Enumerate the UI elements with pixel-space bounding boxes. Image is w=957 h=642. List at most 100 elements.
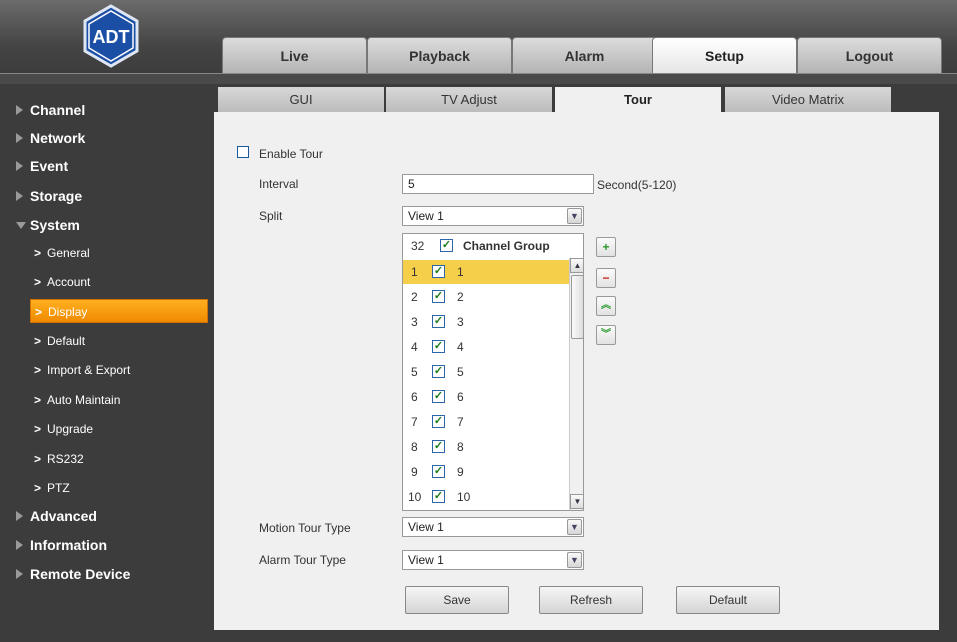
split-select[interactable]: View 1 ▼ <box>402 206 584 226</box>
channel-row[interactable]: 2 ✓ 2 <box>403 285 569 309</box>
channel-row[interactable]: 7 ✓ 7 <box>403 410 569 434</box>
arrow-right-icon <box>16 511 23 521</box>
sidebar-item-label: Channel <box>30 102 86 118</box>
scroll-thumb[interactable] <box>571 275 583 339</box>
header-divider <box>0 73 957 84</box>
sidebar-item-advanced[interactable]: Advanced <box>16 508 97 524</box>
channel-checkbox[interactable]: ✓ <box>432 490 445 503</box>
channel-group-list[interactable]: 32 ✓ Channel Group 1 ✓ 1 2 ✓ 2 3 ✓ 3 4 ✓ 4 5 ✓ 5 6… <box>402 233 584 511</box>
sidebar-item-remote-device[interactable]: Remote Device <box>16 566 131 582</box>
refresh-button[interactable]: Refresh <box>539 586 643 614</box>
channel-row[interactable]: 4 ✓ 4 <box>403 335 569 359</box>
channel-checkbox[interactable]: ✓ <box>432 390 445 403</box>
sidebar-subitem-account[interactable]: > Account <box>30 270 208 294</box>
sidebar-subitem-display[interactable]: > Display <box>30 299 208 323</box>
sidebar-item-label: Remote Device <box>30 566 131 582</box>
sidebar-item-event[interactable]: Event <box>16 158 68 174</box>
sidebar-subitem-rs232[interactable]: > RS232 <box>30 447 208 471</box>
channel-name: 6 <box>457 390 464 404</box>
sidebar-subitem-label: General <box>47 246 90 260</box>
tab-setup[interactable]: Setup <box>652 37 797 73</box>
logo-text: ADT <box>93 27 130 47</box>
sidebar-item-label: Network <box>30 130 86 146</box>
tab-live[interactable]: Live <box>222 37 367 73</box>
sidebar-subitem-default[interactable]: > Default <box>30 329 208 353</box>
channel-checkbox[interactable]: ✓ <box>432 340 445 353</box>
channel-checkbox[interactable]: ✓ <box>432 315 445 328</box>
channel-checkbox[interactable]: ✓ <box>432 265 445 278</box>
save-button[interactable]: Save <box>405 586 509 614</box>
sidebar-item-system[interactable]: System <box>16 217 80 233</box>
split-value: View 1 <box>408 209 444 223</box>
subtab-tv-adjust[interactable]: TV Adjust <box>386 87 552 112</box>
channel-num: 6 <box>411 390 418 404</box>
sidebar-subitem-general[interactable]: > General <box>30 241 208 265</box>
chevron-right-icon: > <box>34 363 42 377</box>
list-scrollbar[interactable]: ▲ ▼ <box>569 258 583 510</box>
sidebar-item-network[interactable]: Network <box>16 130 86 146</box>
channel-num: 10 <box>408 490 422 504</box>
alarm-tour-select[interactable]: View 1 ▼ <box>402 550 584 570</box>
arrow-right-icon <box>16 569 23 579</box>
channel-row[interactable]: 6 ✓ 6 <box>403 385 569 409</box>
channel-name: 5 <box>457 365 464 379</box>
split-label: Split <box>259 209 283 223</box>
chevron-down-icon[interactable]: ▼ <box>567 208 582 224</box>
motion-tour-value: View 1 <box>408 520 444 534</box>
channel-name: 7 <box>457 415 464 429</box>
channel-checkbox[interactable]: ✓ <box>432 290 445 303</box>
channel-name: 4 <box>457 340 464 354</box>
channel-row[interactable]: 8 ✓ 8 <box>403 435 569 459</box>
select-all-checkbox[interactable]: ✓ <box>440 239 453 252</box>
channel-name: 9 <box>457 465 464 479</box>
chevron-down-icon[interactable]: ▼ <box>567 519 582 535</box>
channel-row[interactable]: 1 ✓ 1 <box>403 260 569 284</box>
channel-group-header: 32 ✓ Channel Group <box>403 234 569 258</box>
subtab-gui[interactable]: GUI <box>218 87 384 112</box>
sidebar-subitem-import-export[interactable]: > Import & Export <box>30 358 208 382</box>
sidebar-subitem-label: Import & Export <box>47 363 131 377</box>
sidebar-item-storage[interactable]: Storage <box>16 188 82 204</box>
channel-row[interactable]: 10 ✓ 10 <box>403 485 569 509</box>
add-icon[interactable]: + <box>596 237 616 257</box>
sidebar-item-information[interactable]: Information <box>16 537 107 553</box>
chevron-down-icon[interactable]: ▼ <box>567 552 582 568</box>
arrow-right-icon <box>16 161 23 171</box>
scroll-up-icon[interactable]: ▲ <box>570 258 583 273</box>
chevron-right-icon: > <box>34 246 42 260</box>
channel-checkbox[interactable]: ✓ <box>432 415 445 428</box>
sidebar-subitem-label: Auto Maintain <box>47 393 121 407</box>
channel-checkbox[interactable]: ✓ <box>432 440 445 453</box>
chevron-right-icon: > <box>34 481 42 495</box>
sidebar-item-label: System <box>30 217 80 233</box>
tab-playback[interactable]: Playback <box>367 37 512 73</box>
channel-checkbox[interactable]: ✓ <box>432 465 445 478</box>
subtab-video-matrix[interactable]: Video Matrix <box>725 87 891 112</box>
channel-row[interactable]: 5 ✓ 5 <box>403 360 569 384</box>
chevron-right-icon: > <box>34 422 42 436</box>
sidebar-subitem-ptz[interactable]: > PTZ <box>30 476 208 500</box>
interval-unit: Second(5-120) <box>597 178 677 192</box>
scroll-down-icon[interactable]: ▼ <box>570 494 583 509</box>
motion-tour-select[interactable]: View 1 ▼ <box>402 517 584 537</box>
chevron-right-icon: > <box>34 334 42 348</box>
chevron-right-icon: > <box>34 275 42 289</box>
tab-alarm[interactable]: Alarm <box>512 37 657 73</box>
channel-row[interactable]: 3 ✓ 3 <box>403 310 569 334</box>
sidebar-item-channel[interactable]: Channel <box>16 102 86 118</box>
sidebar-subitem-auto-maintain[interactable]: > Auto Maintain <box>30 388 208 412</box>
move-up-icon[interactable]: ︽ <box>596 296 616 316</box>
remove-icon[interactable]: − <box>596 268 616 288</box>
enable-tour-checkbox[interactable] <box>237 146 249 158</box>
channel-checkbox[interactable]: ✓ <box>432 365 445 378</box>
sidebar-item-label: Advanced <box>30 508 97 524</box>
subtab-tour[interactable]: Tour <box>555 87 721 112</box>
tab-logout[interactable]: Logout <box>797 37 942 73</box>
sidebar-subitem-upgrade[interactable]: > Upgrade <box>30 417 208 441</box>
move-down-icon[interactable]: ︾ <box>596 325 616 345</box>
sub-tabs: GUI TV Adjust Tour Video Matrix <box>214 84 939 112</box>
default-button[interactable]: Default <box>676 586 780 614</box>
channel-row[interactable]: 9 ✓ 9 <box>403 460 569 484</box>
arrow-right-icon <box>16 133 23 143</box>
interval-input[interactable]: 5 <box>402 174 594 194</box>
